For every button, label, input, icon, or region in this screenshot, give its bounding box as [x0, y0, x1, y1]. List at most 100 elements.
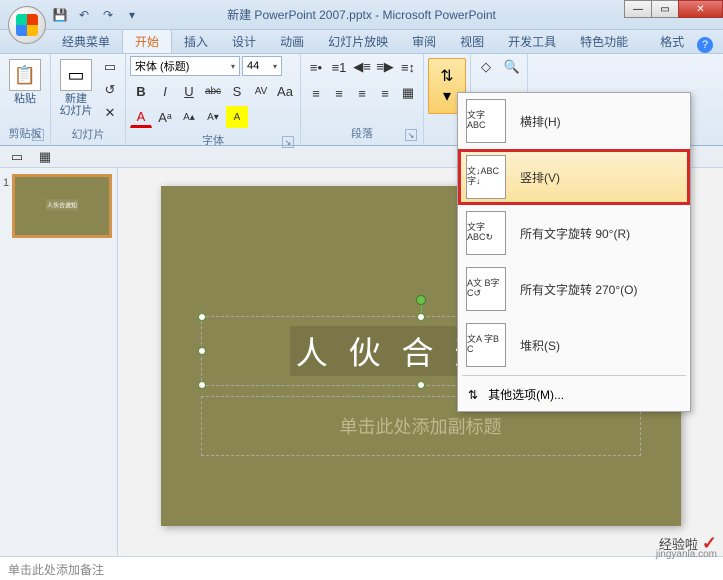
dd-more-options[interactable]: ⇅ 其他选项(M)...: [458, 378, 690, 411]
dd-item-rotate270[interactable]: A文 B字 C↺ 所有文字旋转 270°(O): [458, 261, 690, 317]
thumbnail-title-preview: 人伙合道知: [46, 199, 78, 210]
window-controls: — ▭ ✕: [625, 0, 723, 18]
text-direction-arrow-icon: ▾: [443, 86, 451, 106]
font-size-combo[interactable]: 44▾: [242, 56, 282, 76]
find-button[interactable]: 🔍: [501, 56, 523, 78]
font-color-button[interactable]: A: [130, 106, 152, 128]
group-clipboard: 📋 粘贴 剪贴板↘: [0, 54, 51, 145]
horizontal-label: 横排(H): [520, 113, 561, 130]
dd-item-stacked[interactable]: 文A 字B C 堆积(S): [458, 317, 690, 373]
quick-access-toolbar: 💾 ↶ ↷ ▾: [50, 5, 142, 25]
bold-button[interactable]: B: [130, 80, 152, 102]
tab-developer[interactable]: 开发工具: [496, 30, 568, 53]
title-bar: 💾 ↶ ↷ ▾ 新建 PowerPoint 2007.pptx - Micros…: [0, 0, 723, 30]
dd-item-rotate90[interactable]: 文字 ABC↻ 所有文字旋转 90°(R): [458, 205, 690, 261]
close-button[interactable]: ✕: [678, 0, 723, 18]
office-button[interactable]: [8, 6, 46, 44]
tab-format[interactable]: 格式: [648, 30, 696, 53]
rotate90-label: 所有文字旋转 90°(R): [520, 225, 630, 242]
layout-button[interactable]: ▭: [99, 56, 121, 78]
clipboard-group-label: 剪贴板↘: [4, 123, 46, 143]
tab-classic[interactable]: 经典菜单: [50, 30, 122, 53]
shapes-button[interactable]: ◇: [475, 56, 497, 78]
resize-handle-nw[interactable]: [198, 313, 206, 321]
underline-button[interactable]: U: [178, 80, 200, 102]
rotation-handle[interactable]: [416, 295, 426, 305]
notes-pane[interactable]: 单击此处添加备注: [0, 556, 723, 580]
dropdown-separator: [462, 375, 686, 376]
align-right-button[interactable]: ≡: [351, 82, 373, 104]
tab-slideshow[interactable]: 幻灯片放映: [316, 30, 400, 53]
resize-handle-sw[interactable]: [198, 381, 206, 389]
bullets-button[interactable]: ≡•: [305, 56, 327, 78]
stacked-label: 堆积(S): [520, 337, 560, 354]
font-name-combo[interactable]: 宋体 (标题)▾: [130, 56, 240, 76]
increase-indent-button[interactable]: ≡▶: [374, 56, 396, 78]
dd-item-horizontal[interactable]: 文字 ABC 横排(H): [458, 93, 690, 149]
window-title: 新建 PowerPoint 2007.pptx - Microsoft Powe…: [227, 6, 496, 23]
align-left-button[interactable]: ≡: [305, 82, 327, 104]
resize-handle-n[interactable]: [417, 313, 425, 321]
line-spacing-button[interactable]: ≡↕: [397, 56, 419, 78]
highlight-button[interactable]: A: [226, 106, 248, 128]
slide-thumbnail-1[interactable]: 人伙合道知: [12, 174, 112, 238]
resize-handle-w[interactable]: [198, 347, 206, 355]
group-paragraph: ≡• ≡1 ◀≡ ≡▶ ≡↕ ≡ ≡ ≡ ≡ ▦ 段落↘: [301, 54, 424, 145]
tab-feature[interactable]: 特色功能: [568, 30, 640, 53]
paste-icon: 📋: [9, 59, 41, 91]
paste-button[interactable]: 📋 粘贴: [4, 56, 46, 108]
maximize-button[interactable]: ▭: [651, 0, 679, 18]
char-spacing-button[interactable]: AV: [250, 80, 272, 102]
align-center-button[interactable]: ≡: [328, 82, 350, 104]
more-options-label: 其他选项(M)...: [488, 386, 564, 403]
clipboard-launcher[interactable]: ↘: [32, 129, 44, 141]
minimize-button[interactable]: —: [624, 0, 652, 18]
grow-font-button[interactable]: A▴: [178, 106, 200, 128]
group-slides: ▭ 新建 幻灯片 ▭ ↺ ✕ 幻灯片: [51, 54, 126, 145]
qat-undo[interactable]: ↶: [74, 5, 94, 25]
tab-design[interactable]: 设计: [220, 30, 268, 53]
office-logo-icon: [16, 14, 38, 36]
strike-button[interactable]: abc: [202, 80, 224, 102]
watermark: 经验啦 ✓ jingyanla.com: [659, 533, 717, 554]
new-slide-icon: ▭: [60, 59, 92, 91]
rotate90-thumb-icon: 文字 ABC↻: [466, 211, 506, 255]
tab-home[interactable]: 开始: [122, 29, 172, 53]
rotate270-label: 所有文字旋转 270°(O): [520, 281, 637, 298]
decrease-indent-button[interactable]: ◀≡: [351, 56, 373, 78]
tab-review[interactable]: 审阅: [400, 30, 448, 53]
slides-group-label: 幻灯片: [55, 124, 121, 144]
qat-redo[interactable]: ↷: [98, 5, 118, 25]
align-justify-button[interactable]: ≡: [374, 82, 396, 104]
watermark-url: jingyanla.com: [656, 549, 717, 560]
help-icon[interactable]: ?: [697, 37, 713, 53]
new-slide-label: 新建 幻灯片: [58, 93, 94, 117]
tab-insert[interactable]: 插入: [172, 30, 220, 53]
shrink-font-button[interactable]: A▾: [202, 106, 224, 128]
resize-handle-s[interactable]: [417, 381, 425, 389]
italic-button[interactable]: I: [154, 80, 176, 102]
outline-toggle[interactable]: ▭: [6, 146, 28, 168]
paste-label: 粘贴: [14, 93, 36, 105]
numbering-button[interactable]: ≡1: [328, 56, 350, 78]
tab-view[interactable]: 视图: [448, 30, 496, 53]
stacked-thumb-icon: 文A 字B C: [466, 323, 506, 367]
paragraph-launcher[interactable]: ↘: [405, 129, 417, 141]
reset-button[interactable]: ↺: [99, 79, 121, 101]
tab-animation[interactable]: 动画: [268, 30, 316, 53]
clear-format-button[interactable]: Aᵃ: [154, 106, 176, 128]
font-launcher[interactable]: ↘: [282, 136, 294, 148]
qat-save[interactable]: 💾: [50, 5, 70, 25]
delete-slide-button[interactable]: ✕: [99, 102, 121, 124]
horizontal-thumb-icon: 文字 ABC: [466, 99, 506, 143]
dd-item-vertical[interactable]: 文↓ABC 字↓ 竖排(V): [458, 149, 690, 205]
new-slide-button[interactable]: ▭ 新建 幻灯片: [55, 56, 97, 120]
ribbon-tabs: 经典菜单 开始 插入 设计 动画 幻灯片放映 审阅 视图 开发工具 特色功能 格…: [0, 30, 723, 54]
slide-thumbnails-pane[interactable]: 人伙合道知: [0, 168, 118, 556]
qat-customize[interactable]: ▾: [122, 5, 142, 25]
group-font: 宋体 (标题)▾ 44▾ B I U abc S AV Aa A Aᵃ A▴ A…: [126, 54, 301, 145]
columns-button[interactable]: ▦: [397, 82, 419, 104]
change-case-button[interactable]: Aa: [274, 80, 296, 102]
slides-toggle[interactable]: ▦: [34, 146, 56, 168]
shadow-button[interactable]: S: [226, 80, 248, 102]
